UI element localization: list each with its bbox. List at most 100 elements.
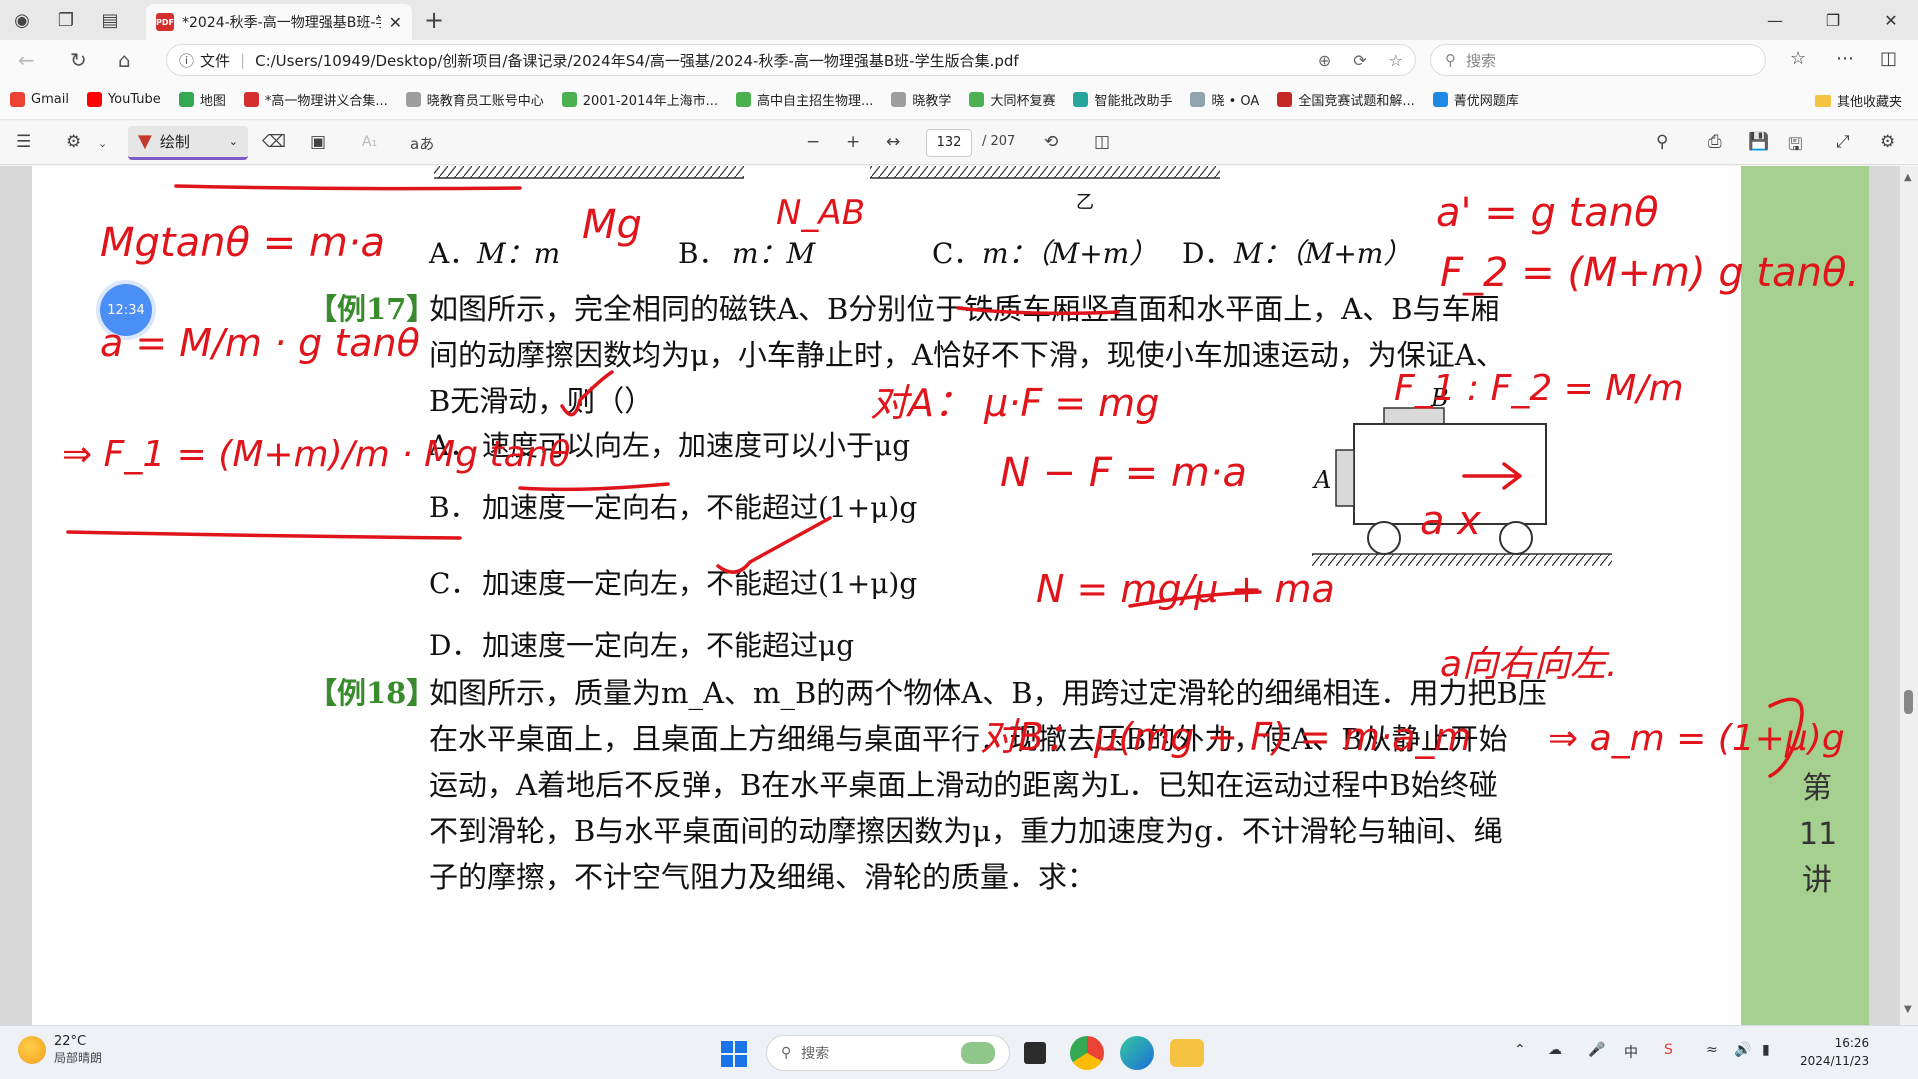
tab-close-icon[interactable]: ✕ [389,13,402,32]
more-menu-icon[interactable]: ⋯ [1836,48,1854,69]
search-icon: ⚲ [1445,51,1456,69]
refresh-icon[interactable]: ↻ [70,48,87,72]
vertical-scrollbar[interactable]: ▲ ▼ [1900,166,1918,1025]
back-icon[interactable]: ← [18,48,35,72]
battery-icon[interactable]: ▮ [1762,1042,1770,1058]
highlight-dropdown-icon[interactable]: ⌄ [98,137,107,150]
fit-width-icon[interactable]: ↔ [886,132,900,152]
read-aloud-pdf-icon[interactable]: A₁ [362,134,377,150]
contents-icon[interactable]: ☰ [16,132,31,152]
print-icon[interactable]: ⎙ [1708,132,1722,152]
scroll-down-icon[interactable]: ▼ [1904,1004,1912,1015]
profile-icon[interactable]: ◉ [0,0,44,40]
zoom-in-button[interactable]: + [846,132,860,152]
onedrive-icon[interactable]: ☁ [1548,1042,1562,1058]
taskbar: 22°C 局部晴朗 ⚲ 搜索 ⌃ ☁ 🎤 中 S ≈ 🔊 ▮ 16:26 202… [0,1025,1918,1079]
bookmark-label: 大同杯复赛 [990,94,1056,109]
favorite-star-icon[interactable]: ☆ [1389,51,1403,70]
fullscreen-icon[interactable]: ⤢ [1836,132,1850,152]
weather-widget[interactable]: 22°C 局部晴朗 [18,1034,102,1066]
page-number-input[interactable]: 132 [926,129,972,157]
tray-overflow-icon[interactable]: ⌃ [1514,1042,1526,1058]
ime-indicator[interactable]: 中 [1624,1042,1638,1062]
clock[interactable]: 16:26 2024/11/23 [1800,1034,1869,1070]
bookmark-item[interactable]: 智能批改助手 [1073,90,1172,109]
text-box-icon[interactable]: ▣ [310,132,326,152]
draw-dropdown-icon[interactable]: ⌄ [229,135,238,148]
weather-temp: 22°C [54,1034,87,1049]
save-as-icon[interactable]: 🖫 [1788,132,1802,161]
scroll-up-icon[interactable]: ▲ [1904,172,1912,183]
page-view-icon[interactable]: ◫ [1094,132,1110,152]
settings-gear-icon[interactable]: ⚙ [1880,132,1895,152]
start-button[interactable] [721,1041,747,1067]
bookmark-item[interactable]: 大同杯复赛 [969,90,1055,109]
bookmark-item[interactable]: 高中自主招生物理... [736,90,873,109]
bookmark-item[interactable]: YouTube [86,92,161,107]
bookmark-favicon-icon [736,92,752,107]
close-window-icon[interactable]: ✕ [1862,0,1918,40]
scroll-thumb[interactable] [1904,690,1913,714]
bookmark-item[interactable]: 晓教育员工账号中心 [405,90,544,109]
bookmark-label: 高中自主招生物理... [757,94,874,109]
tab-pdf[interactable]: PDF *2024-秋季-高一物理强基B班-学... ✕ [146,4,412,40]
ink-annotations[interactable]: Mgtanθ = m·a a = M/m · g tanθ Mg N_AB a' = g… [0,166,1900,1025]
eraser-icon[interactable]: ⌫ [262,132,286,152]
home-icon[interactable]: ⌂ [118,48,131,72]
ink-note: a向右向左. [1440,644,1618,685]
pdf-toolbar: ☰ ⚙ ⌄ ▼ 绘制 ⌄ ⌫ ▣ A₁ aあ − + ↔ 132 / 207 ⟲… [0,121,1918,165]
zoom-out-button[interactable]: − [806,132,820,152]
restore-icon[interactable]: ❐ [1804,0,1862,40]
tab-actions-icon[interactable]: ▤ [88,0,132,40]
pdf-viewport[interactable]: 乙 A． M：m B． m：M C． m：（M+m） D． M：（M+m） 【例… [0,166,1918,1025]
zoom-icon[interactable]: ⊕ [1318,51,1331,70]
taskbar-search[interactable]: ⚲ 搜索 [766,1035,1010,1071]
bookmark-item[interactable]: Gmail [10,92,69,107]
rotate-icon[interactable]: ⟲ [1044,132,1058,152]
other-bookmarks-folder[interactable]: 其他收藏夹 [1814,91,1902,110]
microphone-icon[interactable]: 🎤 [1588,1042,1605,1058]
bookmark-label: 晓 • OA [1211,94,1260,109]
ink-stroke [518,482,670,492]
bookmark-item[interactable]: 菁优网题库 [1432,90,1519,109]
bookmark-item[interactable]: 地图 [178,90,226,109]
bookmark-item[interactable]: 全国竞赛试题和解... [1277,90,1415,109]
address-url: C:/Users/10949/Desktop/创新项目/备课记录/2024年S4… [255,51,1019,70]
favorites-icon[interactable]: ☆ [1790,48,1806,69]
search-input[interactable]: ⚲ 搜索 [1430,44,1766,76]
bookmark-item[interactable]: *高一物理讲义合集... [243,90,388,109]
bookmark-item[interactable]: 晓教学 [891,90,951,109]
workspaces-icon[interactable]: ❐ [44,0,88,40]
info-icon[interactable]: ⓘ [179,50,194,71]
bookmark-item[interactable]: 晓 • OA [1190,90,1259,109]
address-bar[interactable]: ⓘ 文件 | C:/Users/10949/Desktop/创新项目/备课记录/… [166,44,1416,76]
sidebar-toggle-icon[interactable]: ◫ [1880,48,1897,69]
ink-note: N = mg/μ + ma [1036,567,1335,611]
find-icon[interactable]: ⚲ [1656,132,1668,152]
edge-icon[interactable] [1120,1036,1154,1070]
ink-stroke [956,306,1120,316]
pen-icon: ▼ [138,131,152,152]
highlight-icon[interactable]: ⚙ [66,132,81,152]
volume-icon[interactable]: 🔊 [1734,1042,1751,1058]
taskbar-search-label: 搜索 [801,1046,830,1062]
new-tab-button[interactable]: + [424,6,444,34]
draw-button[interactable]: ▼ 绘制 ⌄ [128,126,248,160]
save-icon[interactable]: 💾 [1748,132,1769,152]
read-aloud-icon[interactable]: ⟳ [1353,51,1366,70]
minimize-icon[interactable]: — [1746,0,1804,40]
bookmark-favicon-icon [86,92,102,107]
task-view-icon[interactable] [1024,1042,1046,1064]
wifi-icon[interactable]: ≈ [1706,1042,1718,1058]
bookmark-favicon-icon [1190,92,1206,107]
bookmarks-bar: Gmail YouTube 地图 *高一物理讲义合集... 晓教育员工账号中心 2001-… [0,80,1918,120]
bookmark-item[interactable]: 2001-2014年上海市... [561,90,718,109]
window-controls: — ❐ ✕ [1746,0,1918,40]
text-options-icon[interactable]: aあ [410,133,434,154]
bookmark-favicon-icon [891,92,907,107]
chrome-icon[interactable] [1070,1036,1104,1070]
file-explorer-icon[interactable] [1170,1039,1204,1067]
ink-note: N_AB [776,193,865,233]
bookmark-label: *高一物理讲义合集... [264,94,388,109]
sogou-icon[interactable]: S [1664,1042,1673,1058]
